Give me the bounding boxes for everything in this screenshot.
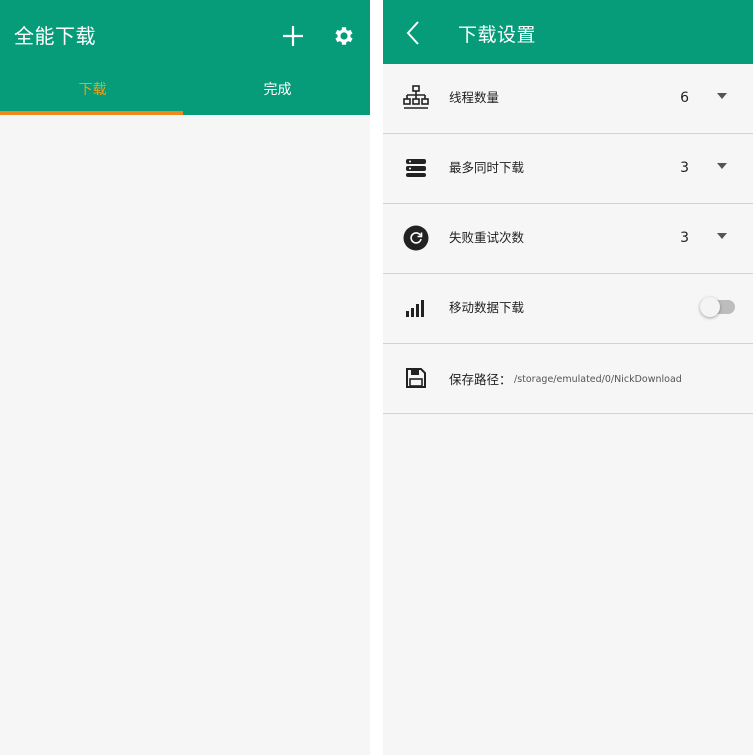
settings-button[interactable] [329,20,359,52]
back-button[interactable] [399,18,427,48]
plus-icon [283,26,303,46]
download-list-screen: 全能下载 下载 完成 [0,0,370,755]
add-download-button[interactable] [278,20,308,52]
tab-completed[interactable]: 完成 [185,66,370,112]
signal-bars-icon [403,295,429,321]
setting-label: 移动数据下载 [449,300,525,315]
setting-value: 3 [680,160,689,176]
setting-label: 保存路径： [449,372,512,387]
save-path-value: /storage/emulated/0/NickDownload [514,374,682,385]
settings-app-bar: 下载设置 [383,0,753,64]
save-disk-icon [403,365,429,391]
dropdown-arrow-icon[interactable] [717,233,727,239]
retry-icon [403,225,429,251]
dropdown-arrow-icon[interactable] [717,163,727,169]
setting-row-mobile-data[interactable]: 移动数据下载 [383,274,753,344]
setting-label: 最多同时下载 [449,160,525,175]
screen-divider [370,0,383,755]
setting-value: 6 [680,90,689,106]
tab-indicator [0,111,183,115]
app-title: 全能下载 [14,24,96,48]
tab-bar: 下载 完成 [0,66,370,112]
back-arrow-icon [406,21,419,45]
tab-downloading[interactable]: 下载 [0,66,185,112]
settings-list: 线程数量 6 最多同时下载 3 失败重试次数 3 移动数据下载 保存路径： /s… [383,64,753,414]
setting-row-save-path[interactable]: 保存路径： /storage/emulated/0/NickDownload [383,344,753,414]
network-icon [403,85,429,111]
setting-row-retry-count[interactable]: 失败重试次数 3 [383,204,753,274]
setting-row-thread-count[interactable]: 线程数量 6 [383,64,753,134]
app-bar: 全能下载 下载 完成 [0,0,370,115]
toggle-knob [700,297,720,317]
setting-label: 失败重试次数 [449,230,525,245]
setting-row-max-concurrent[interactable]: 最多同时下载 3 [383,134,753,204]
dropdown-arrow-icon[interactable] [717,93,727,99]
settings-title: 下载设置 [458,24,537,46]
gear-icon [335,27,353,45]
mobile-data-toggle[interactable] [700,297,735,317]
setting-value: 3 [680,230,689,246]
setting-label: 线程数量 [449,90,500,105]
server-stack-icon [403,155,429,181]
download-settings-screen: 下载设置 线程数量 6 最多同时下载 3 失败重试次数 3 移动数据下载 保存路… [383,0,753,755]
